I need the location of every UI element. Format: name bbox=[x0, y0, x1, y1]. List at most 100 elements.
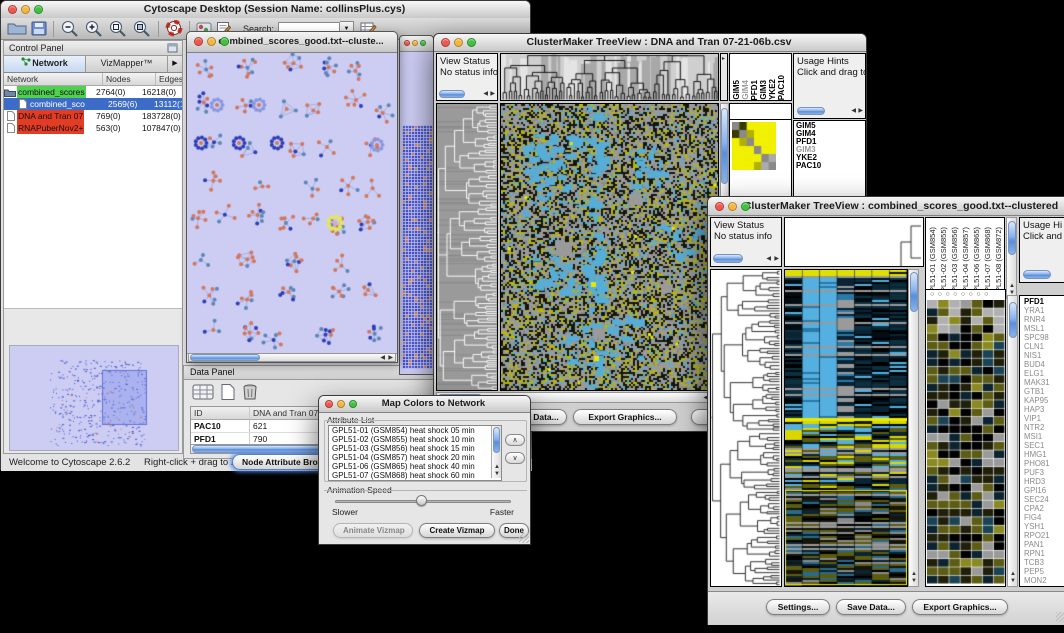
attribute-item[interactable]: GPL51-07 (GSM868) heat shock 60 min bbox=[329, 471, 501, 480]
zoom-out-icon[interactable] bbox=[60, 20, 80, 38]
column-label[interactable]: GIM5 bbox=[732, 80, 741, 100]
gene-label[interactable]: RNR4 bbox=[1022, 315, 1064, 324]
minimize-icon[interactable] bbox=[337, 400, 345, 408]
animate-vizmap-button[interactable]: Animate Vizmap bbox=[333, 523, 413, 538]
zoom-in-icon[interactable] bbox=[84, 20, 104, 38]
network-h-scrollbar[interactable]: ◀ ▶ bbox=[188, 353, 396, 362]
tv2-v-scrollbar[interactable]: ▲ ▼ bbox=[908, 269, 919, 587]
tv2-settings-button[interactable]: Settings... bbox=[766, 599, 830, 615]
gene-label[interactable]: KAP95 bbox=[1022, 396, 1064, 405]
float-panel-icon[interactable] bbox=[167, 43, 178, 57]
tv2-zoom-v-scrollbar[interactable]: ▲ ▼ bbox=[1007, 295, 1018, 587]
tv2-top-v-scrollbar[interactable]: ▲ ▼ bbox=[1006, 217, 1017, 299]
gene-label[interactable]: VIP1 bbox=[1022, 414, 1064, 423]
gene-label[interactable]: PEP5 bbox=[1022, 567, 1064, 576]
scrollbar-thumb[interactable] bbox=[797, 107, 825, 115]
move-up-button[interactable]: ∧ bbox=[505, 434, 525, 446]
scroll-left-icon[interactable]: ◀ bbox=[851, 108, 856, 114]
scrollbar-thumb[interactable] bbox=[493, 427, 500, 453]
network-table-row[interactable]: combined_scores 2764(0) 16218(0) bbox=[4, 86, 182, 98]
column-label[interactable]: YKE2 bbox=[768, 79, 777, 100]
zoom-window-icon[interactable] bbox=[34, 5, 43, 14]
save-icon[interactable] bbox=[31, 20, 47, 38]
scroll-up-icon[interactable]: ▲ bbox=[1010, 571, 1016, 577]
close-icon[interactable] bbox=[441, 38, 450, 47]
close-icon[interactable] bbox=[715, 202, 724, 211]
create-vizmap-button[interactable]: Create Vizmap bbox=[419, 523, 495, 538]
gene-label[interactable]: NIS1 bbox=[1022, 351, 1064, 360]
tv2-column-dendrogram[interactable] bbox=[785, 218, 923, 266]
gene-label[interactable]: BUD4 bbox=[1022, 360, 1064, 369]
network-table-row[interactable]: DNA and Tran 07 769(0) 183728(0) bbox=[4, 110, 182, 122]
gene-label[interactable]: FIG4 bbox=[1022, 513, 1064, 522]
gene-label[interactable]: PAC10 bbox=[794, 162, 865, 170]
move-down-button[interactable]: ∨ bbox=[505, 452, 525, 464]
zoom-window-icon[interactable] bbox=[349, 400, 357, 408]
speed-slider-thumb[interactable] bbox=[416, 495, 427, 506]
tab-vizmapper[interactable]: VizMapper™ bbox=[86, 56, 168, 72]
scroll-left-icon[interactable]: ◀ bbox=[766, 256, 771, 262]
attribute-listbox[interactable]: GPL51-01 (GSM854) heat shock 05 minGPL51… bbox=[328, 425, 502, 481]
resize-grip[interactable] bbox=[519, 533, 529, 543]
column-label[interactable]: GPL51-02 (GSM855) bbox=[938, 227, 949, 298]
gene-label[interactable]: MAK31 bbox=[1022, 378, 1064, 387]
minimize-icon[interactable] bbox=[728, 202, 737, 211]
tab-overflow-button[interactable]: ▶ bbox=[168, 56, 182, 72]
tv2-row-dendrogram[interactable] bbox=[711, 270, 781, 586]
gene-label[interactable]: GTB1 bbox=[1022, 387, 1064, 396]
network-table-row[interactable]: combined_sco 2569(6) 13112(15) bbox=[4, 98, 182, 110]
minimize-icon[interactable] bbox=[412, 40, 418, 46]
tab-network[interactable]: Network bbox=[4, 56, 86, 72]
gene-label[interactable]: MON2 bbox=[1022, 576, 1064, 585]
column-label[interactable]: GPL51-07 (GSM868) bbox=[982, 227, 993, 298]
attribute-item[interactable]: GPL51-02 (GSM855) heat shock 10 min bbox=[329, 435, 501, 444]
network-table-row[interactable]: RNAPuberNov2+ 563(0) 107847(0) bbox=[4, 122, 182, 134]
gene-label[interactable]: ELG1 bbox=[1022, 369, 1064, 378]
scrollbar-thumb[interactable] bbox=[190, 354, 260, 361]
column-label[interactable]: GPL51-08 (GSM872) bbox=[993, 227, 1004, 298]
treeview2-titlebar[interactable]: ClusterMaker TreeView : combined_scores_… bbox=[708, 197, 1064, 216]
scrollbar-thumb[interactable] bbox=[1023, 270, 1051, 279]
minimize-icon[interactable] bbox=[454, 38, 463, 47]
attribute-item[interactable]: GPL51-01 (GSM854) heat shock 05 min bbox=[329, 426, 501, 435]
column-label[interactable]: GIM4 bbox=[741, 80, 750, 100]
column-label[interactable]: PFD1 bbox=[750, 80, 759, 100]
scrollbar-thumb[interactable] bbox=[1009, 302, 1017, 338]
scroll-left-icon[interactable]: ◀ bbox=[483, 91, 488, 97]
zoom-window-icon[interactable] bbox=[220, 37, 229, 46]
close-icon[interactable] bbox=[194, 37, 203, 46]
scroll-up-icon[interactable]: ▲ bbox=[494, 464, 500, 470]
scroll-right-icon[interactable]: ▶ bbox=[490, 91, 495, 97]
gene-label[interactable]: PFD1 bbox=[1022, 297, 1064, 306]
help-lifesaver-icon[interactable] bbox=[165, 20, 183, 38]
tv2-heatmap[interactable] bbox=[785, 270, 907, 586]
tv1-heatmap[interactable] bbox=[501, 104, 718, 390]
close-icon[interactable] bbox=[8, 5, 17, 14]
gene-label[interactable]: RPN1 bbox=[1022, 549, 1064, 558]
gene-label[interactable]: CPA2 bbox=[1022, 504, 1064, 513]
window-controls[interactable] bbox=[8, 5, 43, 14]
gene-label[interactable]: CLN1 bbox=[1022, 342, 1064, 351]
attribute-item[interactable]: GPL51-03 (GSM856) heat shock 15 min bbox=[329, 444, 501, 453]
scrollbar-thumb[interactable] bbox=[910, 272, 918, 312]
gene-label[interactable]: YSH1 bbox=[1022, 522, 1064, 531]
tv1-correlation-heatmap[interactable] bbox=[732, 122, 776, 170]
background-network-view[interactable] bbox=[400, 52, 433, 374]
scrollbar-thumb[interactable] bbox=[439, 90, 465, 98]
scroll-left-icon[interactable]: ◀ bbox=[380, 355, 385, 361]
zoom-window-icon[interactable] bbox=[420, 40, 426, 46]
attribute-item[interactable]: GPL51-06 (GSM865) heat shock 40 min bbox=[329, 462, 501, 471]
dialog-titlebar[interactable]: Map Colors to Network bbox=[319, 396, 530, 413]
gene-label[interactable]: GPI16 bbox=[1022, 486, 1064, 495]
gene-label[interactable]: PUF3 bbox=[1022, 468, 1064, 477]
scrollbar-thumb[interactable] bbox=[713, 254, 743, 263]
close-icon[interactable] bbox=[404, 40, 410, 46]
gene-label[interactable]: MSI1 bbox=[1022, 432, 1064, 441]
delete-attribute-icon[interactable] bbox=[242, 383, 258, 404]
column-label[interactable]: GPL51-06 (GSM865) bbox=[971, 227, 982, 298]
gene-label[interactable]: YRA1 bbox=[1022, 306, 1064, 315]
minimize-icon[interactable] bbox=[207, 37, 216, 46]
scroll-right-icon[interactable]: ▶ bbox=[774, 256, 779, 262]
tv1-column-dendrogram[interactable] bbox=[501, 54, 718, 100]
main-titlebar[interactable]: Cytoscape Desktop (Session Name: collins… bbox=[1, 1, 530, 19]
